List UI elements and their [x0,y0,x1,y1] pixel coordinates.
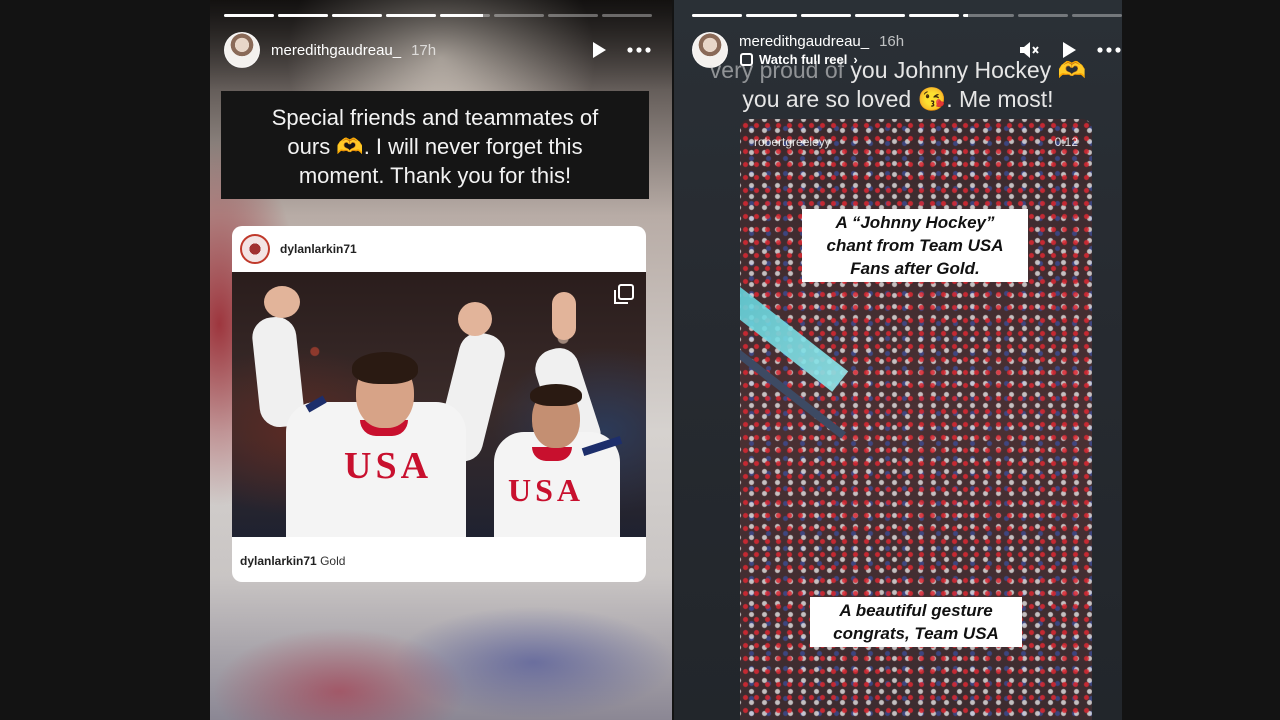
post-photo[interactable]: USA USA [232,272,646,537]
sticker-line: chant from Team USA [826,236,1004,255]
reel-duration: 0:12 [1054,135,1078,149]
story-progress [224,14,652,17]
progress-segment [548,14,598,17]
story-header: meredithgaudreau_ 17h [224,30,652,70]
progress-segment [494,14,544,17]
play-icon[interactable] [586,37,612,63]
progress-fill [909,14,960,17]
sticker-line: Fans after Gold. [850,259,980,278]
progress-segment [1071,14,1122,17]
progress-segment [800,14,851,17]
text-sticker: A “Johnny Hockey” chant from Team USA Fa… [802,209,1028,282]
sticker-line: congrats, Team USA [833,624,999,643]
progress-fill [332,14,382,17]
jersey-lettering: USA [344,445,433,487]
text-sticker: A beautiful gesture congrats, Team USA [810,597,1022,647]
progress-segment [602,14,652,17]
more-icon[interactable] [626,37,652,63]
player-figure: USA [482,292,642,537]
progress-fill [440,14,483,17]
post-header: dylanlarkin71 [232,226,646,272]
username[interactable]: meredithgaudreau_ [739,33,869,50]
post-avatar[interactable] [240,234,270,264]
shared-post-card[interactable]: dylanlarkin71 USA USA dylanlarkin71 Gold [232,226,646,582]
progress-segment [278,14,328,17]
avatar[interactable] [224,32,260,68]
post-caption-user[interactable]: dylanlarkin71 [240,554,317,568]
progress-segment [854,14,905,17]
post-caption-text: Gold [320,554,346,568]
reel-username[interactable]: robertgreeleyy [754,135,831,149]
story-progress [692,14,1122,17]
post-caption: dylanlarkin71 Gold [240,554,345,568]
caption-line: Special friends and teammates of [271,105,599,130]
rink-glass [740,279,849,392]
progress-segment [909,14,960,17]
player-figure: USA [250,272,510,537]
progress-fill [854,14,905,17]
progress-fill [800,14,851,17]
caption-line: moment. Thank you for this! [298,163,572,188]
caption-text: you Johnny Hockey 🫶 [844,57,1087,83]
chevron-right-icon: › [853,52,858,67]
progress-segment [332,14,382,17]
progress-segment [1017,14,1068,17]
progress-fill [224,14,274,17]
progress-fill [386,14,436,17]
progress-fill [746,14,797,17]
reel-icon [740,53,753,66]
story-left[interactable]: meredithgaudreau_ 17h Special friends an… [210,0,672,720]
post-username[interactable]: dylanlarkin71 [280,242,357,256]
jersey-lettering: USA [508,472,585,508]
progress-segment [746,14,797,17]
progress-fill [963,14,969,17]
progress-fill [692,14,743,17]
caption-line: ours 🫶. I will never forget this [287,134,583,159]
sticker-line: A “Johnny Hockey” [835,213,995,232]
progress-segment [224,14,274,17]
watch-full-reel-link[interactable]: Watch full reel › [740,52,858,67]
watch-full-reel-label: Watch full reel [759,52,848,67]
progress-segment [692,14,743,17]
caption-line: you are so loved 😘. Me most! [742,86,1054,112]
progress-segment [963,14,1014,17]
reel-video[interactable]: robertgreeleyy 0:12 A “Johnny Hockey” ch… [740,119,1092,720]
sticker-line: A beautiful gesture [839,601,993,620]
timestamp: 17h [411,41,437,59]
progress-fill [278,14,328,17]
story-caption: Special friends and teammates of ours 🫶.… [221,91,649,199]
progress-segment [440,14,490,17]
story-right[interactable]: meredithgaudreau_ 16h very proud of you … [674,0,1122,720]
progress-segment [386,14,436,17]
timestamp: 16h [879,32,905,50]
username[interactable]: meredithgaudreau_ [271,42,401,59]
